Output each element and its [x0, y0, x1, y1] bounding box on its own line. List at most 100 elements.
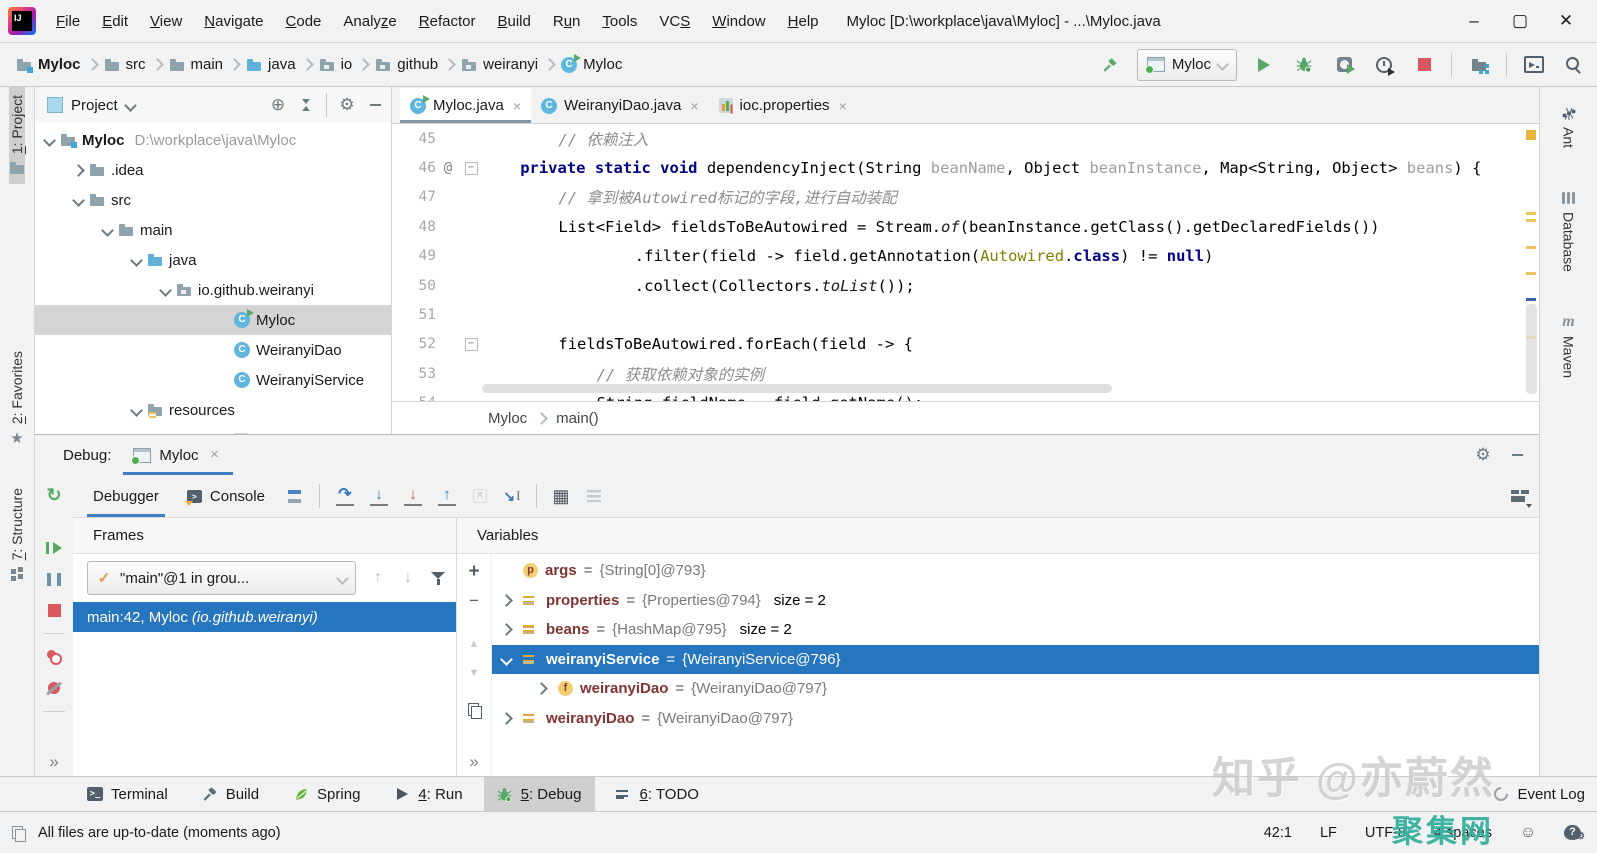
- sidebar-item-database[interactable]: Database: [1561, 182, 1577, 280]
- hide-panel-icon[interactable]: [1509, 447, 1525, 463]
- tree-item-main[interactable]: main: [35, 215, 391, 245]
- tree-item-resources[interactable]: resources: [35, 395, 391, 425]
- debug-button[interactable]: [1291, 52, 1317, 78]
- tree-expander-icon[interactable]: [130, 254, 143, 267]
- step-over-button[interactable]: [336, 486, 354, 506]
- duplicate-icon[interactable]: [466, 702, 482, 718]
- collapse-all-icon[interactable]: [298, 97, 314, 113]
- project-view-select[interactable]: Project: [47, 97, 135, 114]
- step-into-button[interactable]: [370, 486, 388, 506]
- add-watch-icon[interactable]: [466, 564, 482, 580]
- tool-window-button-4-run[interactable]: 4: Run: [381, 777, 475, 811]
- tool-window-button-5-debug[interactable]: 5: Debug: [484, 777, 595, 811]
- mute-breakpoints-icon[interactable]: [46, 680, 62, 696]
- menu-view[interactable]: View: [140, 9, 192, 34]
- variable-row-weiranyiService[interactable]: weiranyiService={WeiranyiService@796}: [492, 645, 1539, 675]
- more-icon[interactable]: [46, 754, 62, 770]
- code-line-50[interactable]: 50.collect(Collectors.toList());: [392, 271, 1539, 300]
- code-line-51[interactable]: 51: [392, 300, 1539, 329]
- tree-item-weiranyidao[interactable]: WeiranyiDao: [35, 335, 391, 365]
- close-tab-icon[interactable]: ×: [690, 98, 698, 114]
- resume-icon[interactable]: [46, 540, 62, 556]
- close-button[interactable]: ✕: [1543, 4, 1589, 38]
- menu-edit[interactable]: Edit: [92, 9, 138, 34]
- warning-mark[interactable]: [1526, 219, 1536, 222]
- variable-row-args[interactable]: args={String[0]@793}: [492, 556, 1539, 586]
- variable-row-properties[interactable]: properties={Properties@794}size = 2: [492, 586, 1539, 616]
- project-structure-button[interactable]: [1466, 52, 1492, 78]
- run-with-coverage-button[interactable]: [1331, 52, 1357, 78]
- pause-icon[interactable]: [46, 571, 62, 587]
- more-icon[interactable]: [466, 754, 482, 770]
- breadcrumb-item-myloc[interactable]: Myloc: [561, 56, 622, 73]
- line-ending[interactable]: LF: [1320, 825, 1337, 841]
- menu-build[interactable]: Build: [487, 9, 540, 34]
- info-mark[interactable]: [1526, 298, 1536, 301]
- frame-down-icon[interactable]: [400, 570, 416, 586]
- fold-icon[interactable]: −: [465, 338, 478, 351]
- stop-button[interactable]: [1411, 52, 1437, 78]
- minimize-button[interactable]: –: [1451, 4, 1497, 38]
- sidebar-item-1-project[interactable]: 1: Project: [9, 87, 25, 184]
- file-encoding[interactable]: UTF-8: [1365, 825, 1406, 841]
- breadcrumb-method[interactable]: main(): [556, 410, 599, 427]
- help-settings-icon[interactable]: [1564, 825, 1581, 840]
- variable-row-weiranyiDao[interactable]: weiranyiDao={WeiranyiDao@797}: [492, 704, 1539, 734]
- tree-expander-icon[interactable]: [43, 134, 56, 147]
- menu-help[interactable]: Help: [778, 9, 829, 34]
- maximize-button[interactable]: ▢: [1497, 4, 1543, 38]
- sidebar-item-2-favorites[interactable]: 2: Favorites: [9, 343, 25, 454]
- move-up-icon[interactable]: [466, 636, 482, 652]
- code-line-48[interactable]: 48List<Field> fieldsToBeAutowired = Stre…: [392, 212, 1539, 241]
- variable-expander-icon[interactable]: [500, 594, 513, 607]
- stream-trace-icon[interactable]: [585, 488, 603, 504]
- tree-item-weiranyiservice[interactable]: WeiranyiService: [35, 365, 391, 395]
- tree-item-myloc[interactable]: MylocD:\workplace\java\Myloc: [35, 125, 391, 155]
- menu-code[interactable]: Code: [276, 9, 332, 34]
- menu-vcs[interactable]: VCS: [649, 9, 700, 34]
- restore-layout-icon[interactable]: [1511, 488, 1527, 504]
- tool-window-button-6-todo[interactable]: 6: TODO: [603, 777, 712, 811]
- close-icon[interactable]: [207, 447, 223, 463]
- menu-file[interactable]: File: [46, 9, 90, 34]
- sidebar-item-7-structure[interactable]: 7: Structure: [9, 480, 25, 590]
- breadcrumb-item-weiranyi[interactable]: weiranyi: [461, 56, 538, 73]
- tree-expander-icon[interactable]: [72, 164, 85, 177]
- code-line-52[interactable]: 52−fieldsToBeAutowired.forEach(field -> …: [392, 330, 1539, 359]
- tree-expander-icon[interactable]: [130, 404, 143, 417]
- breadcrumb-item-myloc[interactable]: Myloc: [16, 56, 81, 73]
- tree-item-myloc[interactable]: Myloc: [35, 305, 391, 335]
- variable-expander-icon[interactable]: [535, 682, 548, 695]
- code-line-49[interactable]: 49.filter(field -> field.getAnnotation(A…: [392, 242, 1539, 271]
- event-log-button[interactable]: Event Log: [1493, 786, 1585, 803]
- show-execution-point-icon[interactable]: [287, 488, 303, 504]
- fold-icon[interactable]: −: [465, 162, 478, 175]
- menu-refactor[interactable]: Refactor: [409, 9, 486, 34]
- view-breakpoints-icon[interactable]: [46, 649, 62, 665]
- plugin-face-icon[interactable]: [1520, 825, 1536, 841]
- rerun-icon[interactable]: [46, 487, 62, 503]
- menu-navigate[interactable]: Navigate: [194, 9, 273, 34]
- gear-icon[interactable]: [339, 97, 355, 113]
- search-everywhere-button[interactable]: [1561, 52, 1587, 78]
- breadcrumb-item-io[interactable]: io: [319, 56, 353, 73]
- frame-up-icon[interactable]: [370, 570, 386, 586]
- horizontal-scrollbar[interactable]: [482, 384, 1112, 393]
- thread-select[interactable]: "main"@1 in grou...: [87, 561, 356, 595]
- step-out-button[interactable]: [438, 486, 456, 506]
- tree-item-.idea[interactable]: .idea: [35, 155, 391, 185]
- inspection-indicator[interactable]: [1526, 130, 1536, 140]
- menu-tools[interactable]: Tools: [592, 9, 647, 34]
- code-line-46[interactable]: 46@−private static void dependencyInject…: [392, 153, 1539, 182]
- tool-window-button-terminal[interactable]: Terminal: [74, 777, 181, 811]
- filter-icon[interactable]: [430, 570, 446, 586]
- variable-expander-icon[interactable]: [500, 712, 513, 725]
- tab-console[interactable]: Console: [181, 475, 271, 517]
- gear-icon[interactable]: [1475, 447, 1491, 463]
- breadcrumb-item-github[interactable]: github: [375, 56, 438, 73]
- drop-frame-icon[interactable]: [472, 488, 488, 504]
- tree-expander-icon[interactable]: [101, 224, 114, 237]
- run-button[interactable]: [1251, 52, 1277, 78]
- hide-panel-icon[interactable]: [367, 97, 383, 113]
- run-to-cursor-icon[interactable]: [504, 488, 520, 504]
